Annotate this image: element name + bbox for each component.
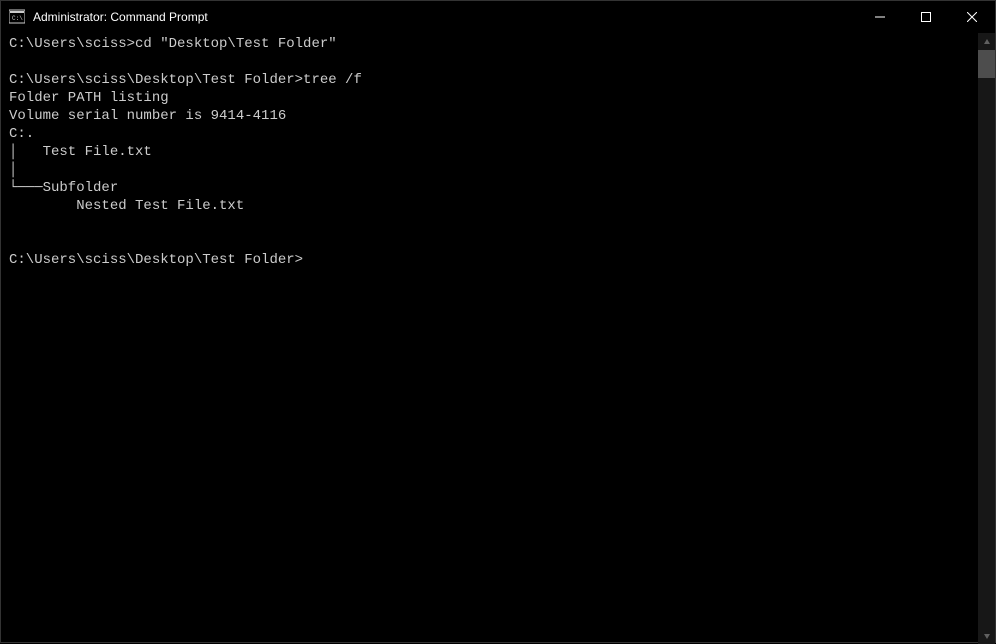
scroll-down-arrow-icon[interactable] (978, 627, 995, 644)
close-button[interactable] (949, 1, 995, 33)
terminal-output[interactable]: C:\Users\sciss>cd "Desktop\Test Folder" … (1, 33, 978, 644)
maximize-button[interactable] (903, 1, 949, 33)
minimize-button[interactable] (857, 1, 903, 33)
cmd-icon: C:\ (9, 9, 25, 25)
scroll-thumb[interactable] (978, 50, 995, 78)
window-controls (857, 1, 995, 33)
window-title: Administrator: Command Prompt (33, 10, 208, 24)
titlebar[interactable]: C:\ Administrator: Command Prompt (1, 1, 995, 33)
scroll-up-arrow-icon[interactable] (978, 33, 995, 50)
terminal-area: C:\Users\sciss>cd "Desktop\Test Folder" … (1, 33, 995, 644)
svg-text:C:\: C:\ (12, 15, 23, 22)
scrollbar[interactable] (978, 33, 995, 644)
